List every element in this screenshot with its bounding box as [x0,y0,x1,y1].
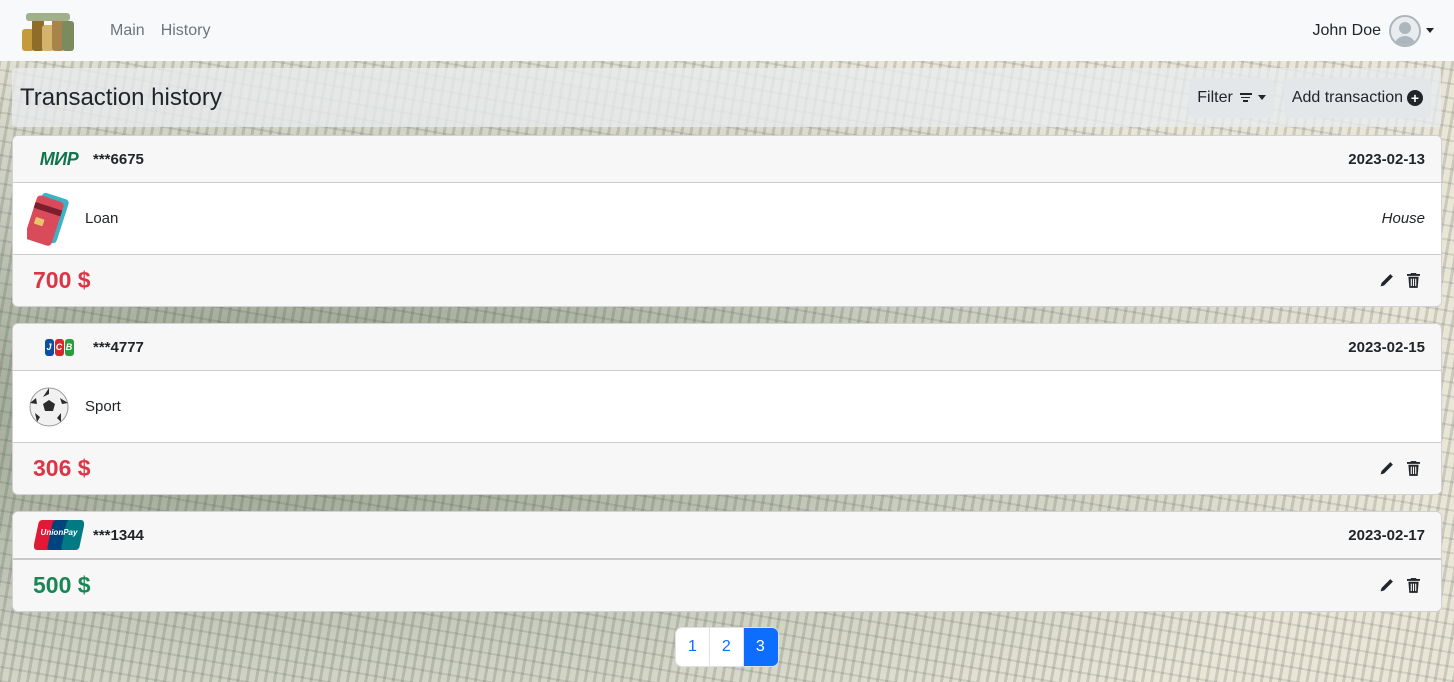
category-label: Sport [85,398,121,415]
page-header: Transaction history Filter Add transacti… [12,68,1441,127]
transaction-card: МИР ***6675 2023-02-13 Loan House 700 $ [12,135,1442,307]
filter-button[interactable]: Filter [1189,77,1274,118]
avatar[interactable] [1389,14,1421,47]
soccer-ball-icon [29,387,69,426]
pencil-icon[interactable] [1379,578,1394,594]
trash-icon[interactable] [1406,273,1421,289]
filter-button-label: Filter [1197,88,1233,106]
page-link-1[interactable]: 1 [676,628,710,666]
transaction-amount: 500 $ [33,572,91,598]
card-number: ***4777 [93,338,144,356]
card-number: ***1344 [93,526,144,544]
navbar: Main History John Doe [0,0,1454,61]
transaction-date: 2023-02-13 [1348,150,1425,168]
user-name: John Doe [1312,21,1382,39]
transaction-amount: 700 $ [33,267,91,293]
add-transaction-button[interactable]: Add transaction + [1283,77,1431,118]
plus-circle-icon: + [1407,89,1423,106]
money-logo[interactable] [20,9,78,53]
page-link-2[interactable]: 2 [709,628,744,666]
unionpay-logo: UnionPay [33,520,85,550]
chevron-down-icon[interactable] [1426,28,1434,33]
category-label: Loan [85,210,119,227]
pagination: 1 2 3 [676,628,778,666]
card-number: ***6675 [93,150,144,168]
page-title: Transaction history [20,83,222,111]
transaction-header: МИР ***6675 2023-02-13 [13,136,1441,183]
transaction-header: UnionPay ***1344 2023-02-17 [13,512,1441,559]
transaction-card: J C B ***4777 2023-02-15 Sport 306 $ [12,323,1442,495]
page-link-3[interactable]: 3 [743,628,778,666]
user-menu[interactable]: John Doe [1312,14,1434,47]
nav-link-history[interactable]: History [161,22,211,40]
transaction-date: 2023-02-17 [1348,526,1425,544]
subcategory-label: House [1381,210,1425,227]
trash-icon[interactable] [1406,578,1421,594]
trash-icon[interactable] [1406,461,1421,477]
nav-link-main[interactable]: Main [110,22,145,40]
transaction-header: J C B ***4777 2023-02-15 [13,324,1441,371]
mir-logo: МИР [39,148,79,169]
transaction-amount: 306 $ [33,455,91,481]
transaction-body: Sport [13,371,1441,442]
jcb-logo: J C B [33,332,85,362]
transaction-footer: 306 $ [13,442,1441,494]
transaction-body: Loan House [13,183,1441,254]
transaction-date: 2023-02-15 [1348,338,1425,356]
chevron-down-icon [1257,95,1266,100]
add-transaction-label: Add transaction [1291,88,1403,106]
transaction-footer: 500 $ [13,559,1441,611]
filter-icon [1239,93,1252,102]
transaction-card: UnionPay ***1344 2023-02-17 500 $ [12,511,1442,612]
transaction-footer: 700 $ [13,254,1441,306]
credit-card-icon [27,192,69,246]
pencil-icon[interactable] [1379,273,1394,289]
pencil-icon[interactable] [1379,461,1394,477]
